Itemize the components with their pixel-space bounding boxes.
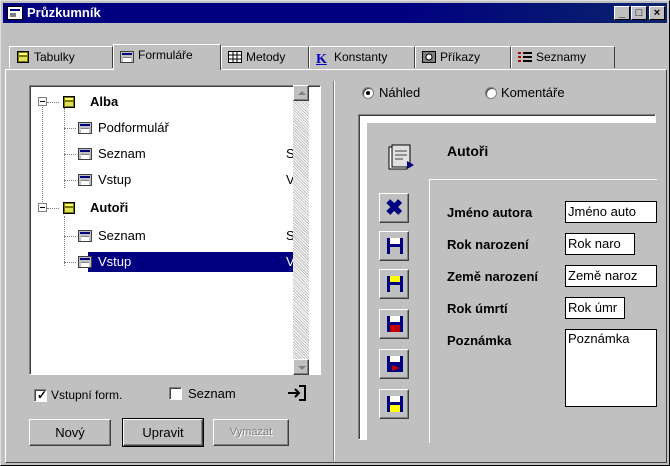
check-icon: ✓ <box>37 388 48 402</box>
next-record-button[interactable] <box>379 269 409 299</box>
scroll-down-button[interactable] <box>293 359 309 375</box>
window-title: Průzkumník <box>27 5 101 20</box>
field-rok-narozeni[interactable]: Rok naro <box>565 233 635 255</box>
preview-radio-label: Náhled <box>379 85 421 100</box>
form-icon <box>78 256 92 268</box>
minimize-button[interactable]: _ <box>614 6 630 20</box>
x-mark-icon: ✖ <box>385 195 404 220</box>
field-label-rok-umrti: Rok úmrtí <box>447 301 508 316</box>
tree-item-podformular[interactable]: Podformulář <box>30 118 298 138</box>
field-label-zeme-narozeni: Země narození <box>447 269 539 284</box>
form-icon <box>78 174 92 186</box>
delete-record-button[interactable]: ✖ <box>379 193 409 223</box>
maximize-button[interactable]: □ <box>631 6 647 20</box>
delete-button[interactable]: Vymazat <box>213 419 289 446</box>
prev-record-button[interactable] <box>379 309 409 339</box>
field-zeme-narozeni[interactable]: Země naroz <box>565 265 657 287</box>
tab-commands[interactable]: Příkazy <box>415 46 511 68</box>
tab-lists[interactable]: Seznamy <box>511 46 615 68</box>
form-tree[interactable]: Alba Podformulář Seznam S Vstup V Autoři <box>29 85 321 375</box>
arrow-down-icon <box>298 366 306 370</box>
table-icon <box>63 202 75 214</box>
save-record-button[interactable] <box>379 389 409 419</box>
command-icon <box>422 49 436 63</box>
k-letter-icon: K <box>316 52 327 67</box>
tab-constants[interactable]: K Konstanty <box>309 46 415 68</box>
form-icon <box>78 122 92 134</box>
tree-item-alba[interactable]: Alba <box>30 92 298 112</box>
scroll-up-button[interactable] <box>293 85 309 101</box>
floppy-icon <box>386 275 404 296</box>
new-button[interactable]: Nový <box>29 419 111 446</box>
list-icon <box>518 49 532 62</box>
floppy-icon <box>386 237 404 258</box>
form-preview: Autoři ✖ Jméno autora Jméno auto Rok nar… <box>358 114 657 443</box>
tree-item-autori[interactable]: Autoři <box>30 198 298 218</box>
form-book-icon <box>387 143 415 173</box>
last-record-button[interactable] <box>379 349 409 379</box>
floppy-icon <box>386 315 404 336</box>
explorer-window: Průzkumník _ □ × Tabulky Formuláře Metod… <box>0 0 670 466</box>
arrow-up-icon <box>298 91 306 95</box>
edit-button[interactable]: Upravit <box>122 418 204 447</box>
preview-form-title: Autoři <box>447 143 489 159</box>
tab-forms[interactable]: Formuláře <box>113 44 221 70</box>
seznam-label: Seznam <box>188 386 236 401</box>
tree-item-autori-seznam[interactable]: Seznam S <box>30 226 298 246</box>
field-label-rok-narozeni: Rok narození <box>447 237 529 252</box>
vstupni-form-checkbox[interactable]: ✓ <box>34 388 48 402</box>
field-rok-umrti[interactable]: Rok úmr <box>565 297 625 319</box>
comments-radio[interactable] <box>485 87 497 99</box>
grid-icon <box>228 49 242 63</box>
floppy-icon <box>386 395 404 416</box>
table-icon <box>16 51 30 63</box>
collapse-icon[interactable] <box>38 97 47 106</box>
preview-radio[interactable] <box>362 87 374 99</box>
vstupni-form-label: Vstupní form. <box>51 388 123 402</box>
first-record-button[interactable] <box>379 231 409 261</box>
floppy-icon <box>386 355 404 376</box>
form-canvas: Autoři ✖ Jméno autora Jméno auto Rok nar… <box>367 123 657 443</box>
tab-tables[interactable]: Tabulky <box>9 46 113 68</box>
tree-item-autori-vstup[interactable]: Vstup V <box>30 252 298 272</box>
field-jmeno-autora[interactable]: Jméno auto <box>565 201 657 223</box>
scroll-track[interactable] <box>293 101 309 359</box>
field-poznamka[interactable]: Poznámka <box>565 329 657 407</box>
tree-item-alba-seznam[interactable]: Seznam S <box>30 144 298 164</box>
comments-radio-label: Komentáře <box>501 85 565 100</box>
field-label-poznamka: Poznámka <box>447 333 512 348</box>
seznam-checkbox[interactable] <box>169 387 182 400</box>
title-bar[interactable]: Průzkumník _ □ × <box>3 3 667 23</box>
tree-scrollbar[interactable] <box>293 85 309 375</box>
app-icon <box>7 6 23 20</box>
tree-item-alba-vstup[interactable]: Vstup V <box>30 170 298 190</box>
form-icon <box>78 230 92 242</box>
enter-arrow-icon[interactable] <box>287 383 309 403</box>
close-button[interactable]: × <box>649 6 665 20</box>
collapse-icon[interactable] <box>38 203 47 212</box>
table-icon <box>63 96 75 108</box>
form-icon <box>78 148 92 160</box>
panel-divider <box>333 81 335 461</box>
form-icon <box>120 49 134 63</box>
field-label-jmeno: Jméno autora <box>447 205 533 220</box>
tab-methods[interactable]: Metody <box>221 46 309 68</box>
